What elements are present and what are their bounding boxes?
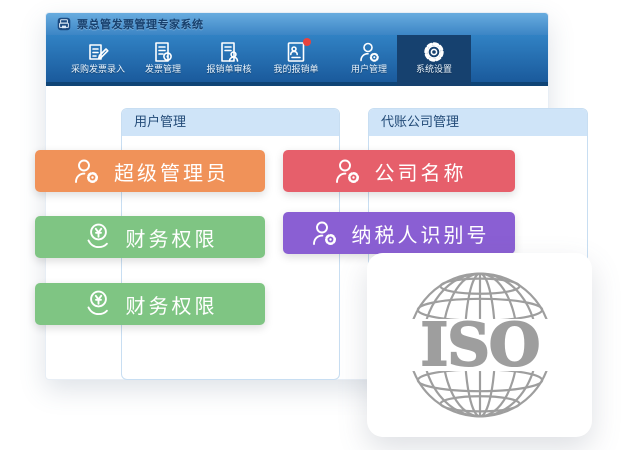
toolbar-item-purchase-invoice-entry[interactable]: 采购发票录入 [61,35,135,86]
toolbar-item-my-expense-reports[interactable]: 我的报销单 [259,35,333,86]
role-finance-permission-button[interactable]: 财务权限 [35,216,265,258]
toolbar-item-label: 用户管理 [332,65,406,75]
document-badge-icon [151,40,175,64]
button-label: 纳税人识别号 [352,219,490,248]
window-titlebar: 票总管发票管理专家系统 [46,13,548,35]
button-label: 财务权限 [126,290,218,319]
iso-logo-text: ISO [420,310,539,379]
document-user-icon [217,40,241,64]
field-taxpayer-id-button[interactable]: 纳税人识别号 [283,212,515,254]
user-gear-icon [71,156,101,186]
user-gear-icon [357,40,381,64]
toolbar-item-label: 系统设置 [397,65,471,75]
app-logo-icon [57,17,71,31]
button-label: 公司名称 [375,157,467,186]
hand-coin-icon [83,222,113,252]
user-gear-icon [332,156,362,186]
button-label: 财务权限 [126,223,218,252]
main-toolbar: 采购发票录入 发票管理 报销单审核 [46,35,548,86]
role-super-admin-button[interactable]: 超级管理员 [35,150,265,192]
notification-badge [303,38,311,46]
button-label: 超级管理员 [114,157,229,186]
toolbar-item-invoice-management[interactable]: 发票管理 [126,35,200,86]
toolbar-item-expense-review[interactable]: 报销单审核 [192,35,266,86]
role-finance-permission-button[interactable]: 财务权限 [35,283,265,325]
field-company-name-button[interactable]: 公司名称 [283,150,515,192]
iso-certification-card: ISO [367,253,592,437]
window-title: 票总管发票管理专家系统 [77,16,204,32]
page: 票总管发票管理专家系统 采购发票录入 [0,0,630,450]
panel-title: 用户管理 [122,109,339,136]
document-edit-icon [86,40,110,64]
toolbar-item-label: 报销单审核 [192,65,266,75]
panel-title: 代账公司管理 [369,109,587,136]
toolbar-item-user-management[interactable]: 用户管理 [332,35,406,86]
user-gear-icon [309,218,339,248]
toolbar-item-system-settings[interactable]: 系统设置 [397,35,471,86]
toolbar-item-label: 采购发票录入 [61,65,135,75]
id-card-icon [284,40,308,64]
hand-coin-icon [83,289,113,319]
toolbar-item-label: 发票管理 [126,65,200,75]
iso-globe-logo: ISO [396,261,564,429]
gear-icon [422,40,446,64]
toolbar-item-label: 我的报销单 [259,65,333,75]
